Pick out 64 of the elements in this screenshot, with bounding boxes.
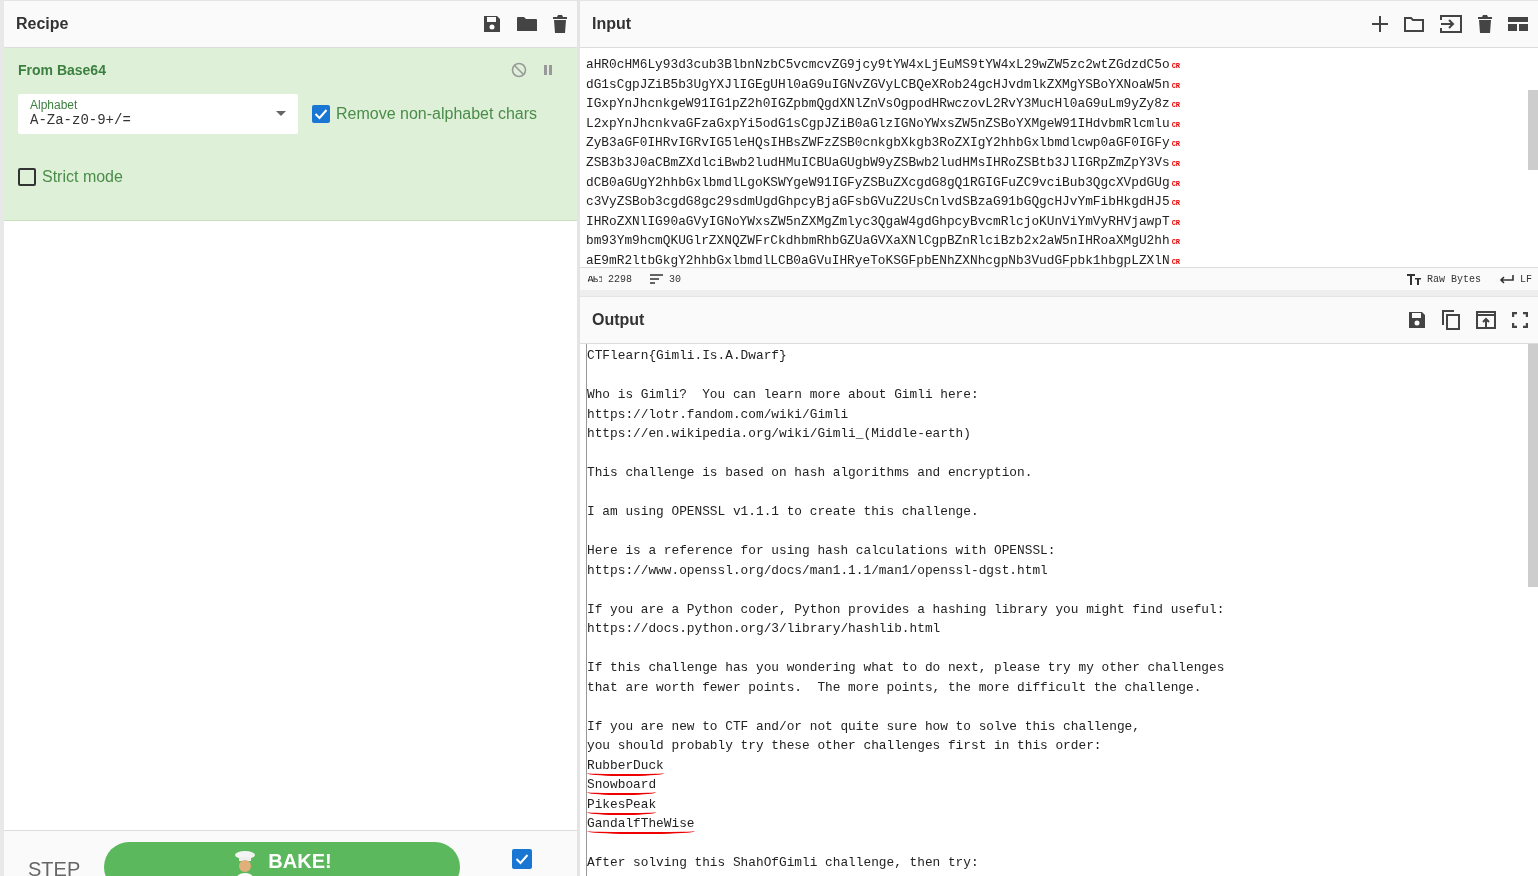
caret-icon bbox=[276, 111, 286, 117]
output-line: https://lotr.fandom.com/wiki/Gimli bbox=[587, 405, 849, 424]
trash-icon[interactable] bbox=[1478, 15, 1492, 33]
encoding-label[interactable]: Raw Bytes bbox=[1426, 273, 1481, 285]
fullscreen-icon[interactable] bbox=[1512, 312, 1528, 328]
character-count: 2298 bbox=[608, 273, 632, 285]
option-label: Strict mode bbox=[42, 168, 123, 186]
code-line: c3VyZSBob3cgdG8gc29sdmUgdGhpcyBjaGFsbGVuZ2UsCnlvdSBzaG91bGQgcHJvYmFibHkgdHJ5 bbox=[586, 194, 1170, 210]
code-line: ZSB3b3J0aCBmZXdlciBwb2ludHMuICBUaGUgbW9yZSBwb2ludHMsIHRoZSBtb3JlIGRpZmZpY3Vs bbox=[586, 154, 1170, 170]
output-line: PikesPeak bbox=[587, 795, 657, 815]
output-line: If you are a Python coder, Python provides a hashing library you might find useful: bbox=[587, 600, 1225, 619]
scrollbar-thumb[interactable] bbox=[1528, 90, 1538, 170]
panel-title: Recipe bbox=[16, 15, 69, 33]
output-line: If you are new to CTF and/or not quite sure how to solve this challenge, bbox=[587, 717, 1140, 736]
output-line: If this challenge has you wondering what to do next, please try my other challenges bbox=[587, 659, 1225, 677]
plus-icon[interactable] bbox=[1372, 16, 1388, 32]
output-line: https://www.openssl.org/docs/man1.1.1/man1/openssl-dgst.html bbox=[587, 561, 1048, 580]
code-line: L2xpYnJhcnkvaGFzaGxpYi5odG1sCgpJZiB0aGlzIGNoYWxsZW5nZSBoYXMgeW91IHdvbmRlcmlu bbox=[586, 115, 1170, 131]
characters-icon bbox=[588, 276, 602, 282]
upload-icon[interactable] bbox=[1476, 311, 1496, 329]
panel-title: Output bbox=[592, 311, 645, 329]
output-line: https://docs.python.org/3/library/hashlib.html bbox=[587, 620, 941, 638]
code-line: ZyB3aGF0IHRvIGRvIG5leHQsIHBsZWFzZSB0cnkgbXkgb3RoZXIgY2hhbGxlbmdlcwp0aGF0IGFy bbox=[586, 135, 1170, 151]
output-line: Snowboard bbox=[587, 776, 657, 795]
eol-label[interactable]: LF bbox=[1520, 273, 1532, 285]
save-icon[interactable] bbox=[1408, 311, 1426, 329]
code-line: IHRoZXNlIG90aGVyIGNoYWxsZW5nZXMgZmlyc3QgaW4gdGhpcyBvcmRlcjoKUnViYmVyRHVjawpT bbox=[586, 213, 1170, 229]
import-icon[interactable] bbox=[1440, 15, 1462, 33]
code-line: dCB0aGUgY2hhbGxlbmdlLgoKSWYgeW91IGFyZSBuZXcgdG8gQ1RGIGFuZC9vciBub3QgcXVpdGUg bbox=[586, 174, 1170, 190]
output-line: After solving this ShahOfGimli challenge, then try: bbox=[587, 854, 979, 872]
line-count: 30 bbox=[669, 273, 682, 285]
output-line: This challenge is based on hash algorithms and encryption. bbox=[587, 464, 1033, 482]
output-line: GandalfTheWise bbox=[587, 815, 695, 834]
code-line: aHR0cHM6Ly93d3cub3BlbnNzbC5vcmcvZG9jcy9tYW4xLjEuMS9tYW4xL29wZW5zc2wtZGdzdC5o bbox=[586, 57, 1170, 72]
output-line: you should probably try these other challenges first in this order: bbox=[587, 737, 1102, 755]
copy-icon[interactable] bbox=[1442, 310, 1460, 330]
operation-title: From Base64 bbox=[18, 62, 106, 78]
output-line: RubberDuck bbox=[587, 756, 664, 776]
checkbox[interactable] bbox=[312, 105, 330, 123]
checkbox[interactable] bbox=[18, 168, 36, 186]
code-line: aE9mR2ltbGkgY2hhbGxlbmdlLCB0aGVuIHRyeToKSGFpbENhZXNhcgpNb3VudGFpbk1hbgpLZXlN bbox=[586, 252, 1170, 267]
option-label: Remove non-alphabet chars bbox=[336, 105, 537, 123]
output-line: I am using OPENSSL v1.1.1 to create this challenge. bbox=[587, 503, 979, 521]
text-size-icon[interactable] bbox=[1406, 273, 1421, 285]
code-line: bm93Ym9hcmQKUGlrZXNQZWFrCkdhbmRhbGZUaGVXaXNlCgpBZnRlciBzb2x2aW5nIHRoaXMgU2hh bbox=[586, 233, 1170, 249]
trash-icon[interactable] bbox=[553, 15, 567, 33]
output-line: https://en.wikipedia.org/wiki/Gimli_(Middle-earth) bbox=[587, 425, 971, 443]
return-arrow-icon[interactable] bbox=[1499, 274, 1514, 284]
save-icon[interactable] bbox=[483, 15, 501, 33]
output-line: CTFlearn{Gimli.Is.A.Dwarf} bbox=[587, 347, 787, 365]
panel-title: Input bbox=[592, 15, 632, 33]
alphabet-dropdown[interactable]: Alphabet A-Za-z0-9+/= bbox=[18, 94, 298, 134]
folder-icon[interactable] bbox=[1404, 16, 1424, 32]
code-line: dG1sCgpJZiB5b3UgYXJlIGEgUHl0aG9uIGNvZGVyLCBQeXRob24gcHJvdmlkZXMgYSBoYXNoaW5n bbox=[586, 76, 1170, 92]
scrollbar-thumb[interactable] bbox=[1528, 344, 1538, 587]
auto-bake-checkbox[interactable] bbox=[512, 849, 532, 869]
step-button[interactable]: STEP bbox=[28, 858, 104, 876]
output-line: Here is a reference for using hash calculations with OPENSSL: bbox=[587, 542, 1056, 560]
lines-icon bbox=[650, 274, 663, 284]
output-line: Who is Gimli? You can learn more about Gimli here: bbox=[587, 386, 979, 404]
folder-icon[interactable] bbox=[517, 16, 537, 32]
code-line: IGxpYnJhcnkgeW91IG1pZ2h0IGZpbmQgdXNlZnVsOgpodHRwczovL2RvY3MucHl0aG9uLm9yZy8z bbox=[586, 96, 1170, 112]
output-line: that are worth fewer points. The more points, the more difficult the challenge. bbox=[587, 678, 1202, 697]
layout-icon[interactable] bbox=[1508, 17, 1528, 31]
